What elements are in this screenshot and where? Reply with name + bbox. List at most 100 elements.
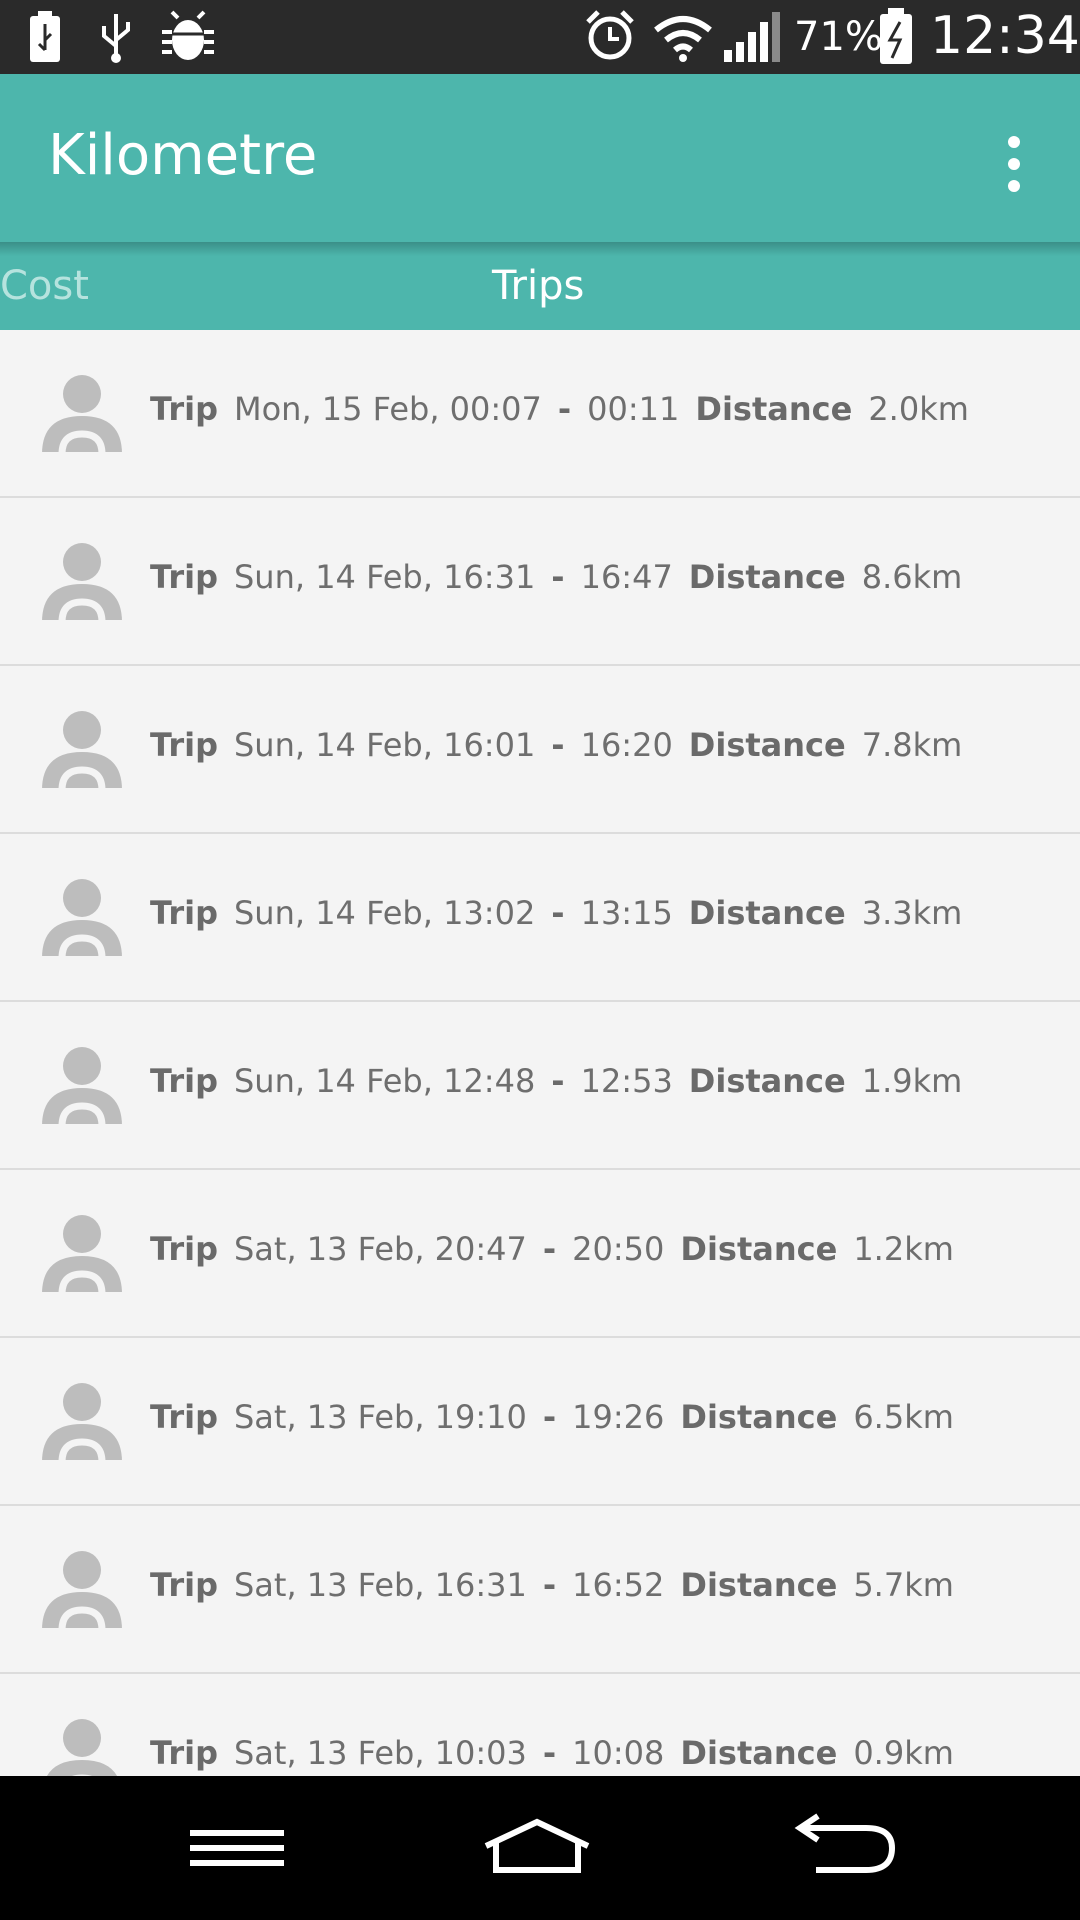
trip-distance: 8.6km — [861, 558, 963, 596]
trip-row[interactable]: Trip Mon, 15 Feb, 00:07-00:11 Distance 2.0k… — [0, 330, 1080, 498]
trip-row[interactable]: Trip Sat, 13 Feb, 19:10-19:26 Distance 6.5k… — [0, 1338, 1080, 1506]
usb-icon — [102, 14, 130, 63]
person-avatar-icon — [40, 1215, 124, 1296]
trip-label: Trip — [150, 1230, 218, 1268]
trip-summary: Trip Sun, 14 Feb, 13:02-13:15 Distance 3.3k… — [150, 894, 962, 932]
app-bar-shadow — [0, 242, 1080, 256]
distance-label: Distance — [688, 1062, 846, 1100]
trip-separator: - — [551, 894, 565, 932]
menu-icon[interactable] — [182, 1812, 292, 1884]
trip-end: 12:53 — [580, 1062, 673, 1100]
trip-end: 00:11 — [587, 390, 680, 428]
trip-distance: 5.7km — [853, 1566, 954, 1604]
trip-distance: 1.9km — [861, 1062, 963, 1100]
trip-start: Sat, 13 Feb, 19:10 — [233, 1398, 527, 1436]
distance-label: Distance — [680, 1398, 838, 1436]
trip-distance: 0.9km — [853, 1734, 954, 1772]
trip-label: Trip — [150, 1566, 218, 1604]
distance-label: Distance — [680, 1230, 838, 1268]
trip-end: 20:50 — [572, 1230, 665, 1268]
trip-distance: 7.8km — [861, 726, 963, 764]
trip-label: Trip — [150, 558, 218, 596]
trip-distance: 1.2km — [853, 1230, 954, 1268]
distance-label: Distance — [688, 894, 846, 932]
trip-row[interactable]: Trip Sun, 14 Feb, 12:48-12:53 Distance 1.9k… — [0, 1002, 1080, 1170]
distance-label: Distance — [695, 390, 853, 428]
app-bar: Kilometre — [0, 74, 1080, 242]
usb-battery-icon — [30, 11, 60, 62]
alarm-icon — [586, 10, 634, 60]
trip-separator: - — [542, 1734, 557, 1772]
person-avatar-icon — [40, 1383, 124, 1464]
trip-label: Trip — [150, 726, 218, 764]
person-avatar-icon — [47, 1719, 117, 1776]
battery-percent: 71% — [794, 14, 883, 60]
trip-summary: Trip Sat, 13 Feb, 19:10-19:26 Distance 6.5k… — [150, 1398, 954, 1436]
trip-row[interactable]: Trip Sat, 13 Feb, 10:03-10:08 Distance 0.9k… — [0, 1674, 1080, 1776]
person-avatar-icon — [40, 711, 124, 792]
trip-list[interactable]: Trip Mon, 15 Feb, 00:07-00:11 Distance 2.0k… — [0, 330, 1080, 1776]
person-avatar-icon — [40, 879, 124, 960]
trip-separator: - — [551, 726, 565, 764]
trip-summary: Trip Sun, 14 Feb, 12:48-12:53 Distance 1.9k… — [150, 1062, 962, 1100]
trip-end: 16:47 — [580, 558, 673, 596]
trip-separator: - — [557, 390, 572, 428]
trip-end: 19:26 — [572, 1398, 665, 1436]
trip-separator: - — [542, 1566, 557, 1604]
distance-label: Distance — [688, 558, 846, 596]
distance-label: Distance — [680, 1566, 838, 1604]
trip-distance: 6.5km — [853, 1398, 954, 1436]
person-avatar-icon — [40, 1551, 124, 1632]
trip-start: Sat, 13 Feb, 16:31 — [233, 1566, 527, 1604]
trip-row[interactable]: Trip Sat, 13 Feb, 20:47-20:50 Distance 1.2k… — [0, 1170, 1080, 1338]
trip-start: Sat, 13 Feb, 20:47 — [233, 1230, 527, 1268]
trip-label: Trip — [150, 1398, 218, 1436]
navigation-bar — [0, 1776, 1080, 1920]
trip-start: Sat, 13 Feb, 10:03 — [233, 1734, 527, 1772]
person-avatar-icon — [40, 1047, 124, 1128]
tab-trips[interactable]: Trips — [492, 262, 584, 310]
trip-distance: 3.3km — [861, 894, 963, 932]
trip-end: 13:15 — [580, 894, 673, 932]
trip-label: Trip — [150, 1734, 218, 1772]
trip-summary: Trip Sun, 14 Feb, 16:31-16:47 Distance 8.6k… — [150, 558, 962, 596]
battery-charging-icon — [880, 8, 912, 64]
trip-end: 10:08 — [572, 1734, 665, 1772]
signal-icon — [724, 12, 780, 62]
trip-start: Sun, 14 Feb, 13:02 — [233, 894, 536, 932]
more-vert-icon[interactable] — [996, 134, 1032, 194]
trip-distance: 2.0km — [868, 390, 969, 428]
trip-separator: - — [542, 1230, 557, 1268]
trip-label: Trip — [150, 390, 218, 428]
trip-summary: Trip Sat, 13 Feb, 10:03-10:08 Distance 0.9k… — [150, 1734, 954, 1772]
status-time: 12:34 — [930, 6, 1080, 66]
trip-row[interactable]: Trip Sun, 14 Feb, 16:01-16:20 Distance 7.8k… — [0, 666, 1080, 834]
wifi-icon — [654, 16, 712, 62]
tab-cost[interactable]: Cost — [0, 262, 89, 310]
home-icon[interactable] — [482, 1812, 592, 1884]
trip-start: Sun, 14 Feb, 16:01 — [233, 726, 536, 764]
trip-summary: Trip Sat, 13 Feb, 16:31-16:52 Distance 5.7k… — [150, 1566, 954, 1604]
trip-summary: Trip Sat, 13 Feb, 20:47-20:50 Distance 1.2k… — [150, 1230, 954, 1268]
trip-summary: Trip Mon, 15 Feb, 00:07-00:11 Distance 2.0k… — [150, 390, 969, 428]
person-avatar-icon — [40, 375, 124, 456]
trip-start: Sun, 14 Feb, 16:31 — [233, 558, 536, 596]
trip-row[interactable]: Trip Sat, 13 Feb, 16:31-16:52 Distance 5.7k… — [0, 1506, 1080, 1674]
distance-label: Distance — [688, 726, 846, 764]
trip-summary: Trip Sun, 14 Feb, 16:01-16:20 Distance 7.8k… — [150, 726, 962, 764]
debug-icon — [162, 10, 214, 60]
back-icon[interactable] — [788, 1812, 898, 1884]
trip-row[interactable]: Trip Sun, 14 Feb, 16:31-16:47 Distance 8.6k… — [0, 498, 1080, 666]
distance-label: Distance — [680, 1734, 838, 1772]
trip-label: Trip — [150, 894, 218, 932]
status-bar: 71% 12:34 — [0, 0, 1080, 74]
trip-separator: - — [551, 1062, 565, 1100]
person-avatar-icon — [40, 543, 124, 624]
trip-row[interactable]: Trip Sun, 14 Feb, 13:02-13:15 Distance 3.3k… — [0, 834, 1080, 1002]
trip-end: 16:20 — [580, 726, 673, 764]
trip-start: Sun, 14 Feb, 12:48 — [233, 1062, 536, 1100]
trip-label: Trip — [150, 1062, 218, 1100]
trip-start: Mon, 15 Feb, 00:07 — [233, 390, 542, 428]
trip-separator: - — [542, 1398, 557, 1436]
trip-end: 16:52 — [572, 1566, 665, 1604]
